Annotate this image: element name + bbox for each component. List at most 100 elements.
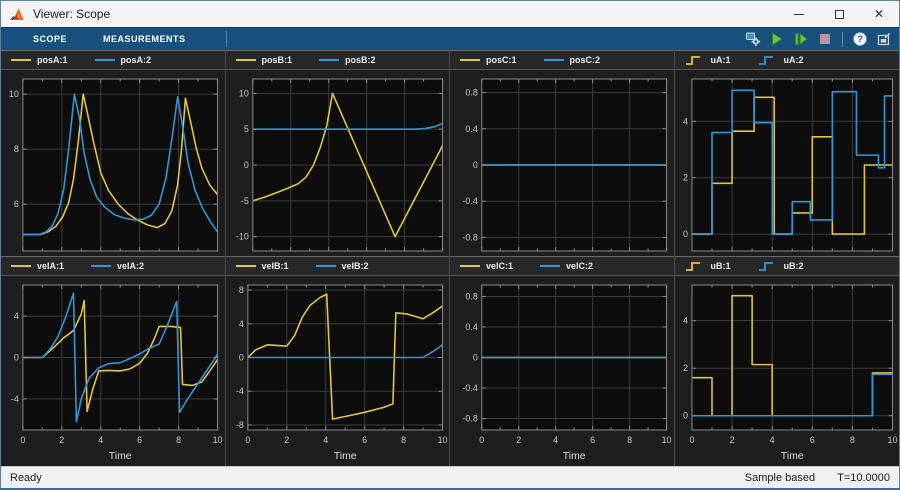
toolbar-separator <box>842 32 843 47</box>
line-swatch-icon <box>10 261 32 271</box>
question-icon: ? <box>852 31 868 47</box>
svg-text:0: 0 <box>689 435 694 445</box>
svg-text:-10: -10 <box>235 232 248 242</box>
plot-uA[interactable]: 024 <box>675 70 900 256</box>
svg-text:0.8: 0.8 <box>465 88 477 98</box>
legend-item-velA:1[interactable]: velA:1 <box>10 261 64 271</box>
legend-label: velC:2 <box>566 261 593 271</box>
svg-text:8: 8 <box>849 435 854 445</box>
plot-canvas-posA: 6810 <box>1 70 225 256</box>
line-swatch-icon <box>315 261 337 271</box>
maximize-button[interactable] <box>819 1 859 27</box>
svg-text:0.4: 0.4 <box>465 124 477 134</box>
legend-label: velA:1 <box>37 261 64 271</box>
legend-label: posC:1 <box>486 55 517 65</box>
legend-label: posA:1 <box>37 55 68 65</box>
legend-item-uA:1[interactable]: uA:1 <box>684 55 731 65</box>
svg-text:10: 10 <box>238 88 248 98</box>
scope-panel-velC: velC:1velC:2-0.8-0.400.40.80246810Time <box>450 256 675 466</box>
line-swatch-icon <box>235 55 257 65</box>
svg-text:0.8: 0.8 <box>465 291 477 301</box>
svg-text:2: 2 <box>682 363 687 373</box>
tab-scope[interactable]: SCOPE <box>33 28 67 50</box>
plot-posA[interactable]: 6810 <box>1 70 225 256</box>
legend-item-posB:2[interactable]: posB:2 <box>318 55 376 65</box>
legend-item-uB:2[interactable]: uB:2 <box>757 261 804 271</box>
tab-measurements[interactable]: MEASUREMENTS <box>103 28 186 50</box>
legend-item-posA:2[interactable]: posA:2 <box>94 55 152 65</box>
line-swatch-icon <box>318 55 340 65</box>
line-swatch-icon <box>94 55 116 65</box>
svg-text:8: 8 <box>14 144 19 154</box>
status-sample-mode: Sample based <box>745 472 815 484</box>
legend-label: uB:2 <box>784 261 804 271</box>
minimize-button[interactable] <box>779 1 819 27</box>
legend-label: posA:2 <box>121 55 152 65</box>
legend-velB: velB:1 velB:2 <box>226 256 450 276</box>
svg-text:-5: -5 <box>240 196 248 206</box>
svg-text:0: 0 <box>682 229 687 239</box>
close-icon: ✕ <box>874 8 884 20</box>
plot-canvas-uA: 024 <box>675 70 900 256</box>
scope-panel-posC: posC:1posC:2-0.8-0.400.40.8 <box>450 50 675 256</box>
step-forward-button[interactable] <box>791 30 811 49</box>
svg-text:6: 6 <box>14 199 19 209</box>
stop-icon <box>817 31 833 47</box>
x-axis-label: Time <box>563 451 586 462</box>
line-swatch-icon <box>459 261 481 271</box>
legend-uB: uB:1 uB:2 <box>675 256 900 276</box>
legend-label: posB:1 <box>262 55 293 65</box>
toolbar-separator <box>226 31 227 47</box>
svg-text:5: 5 <box>243 124 248 134</box>
legend-item-uB:1[interactable]: uB:1 <box>684 261 731 271</box>
plot-posB[interactable]: -10-50510 <box>226 70 450 256</box>
svg-text:6: 6 <box>362 435 367 445</box>
legend-item-velC:1[interactable]: velC:1 <box>459 261 513 271</box>
svg-text:0: 0 <box>473 352 478 362</box>
legend-item-uA:2[interactable]: uA:2 <box>757 55 804 65</box>
scope-panel-uB: uB:1uB:20240246810Time <box>675 256 900 466</box>
highlight-simulink-block-button[interactable] <box>874 30 894 49</box>
scope-panel-posB: posB:1posB:2-10-50510 <box>226 50 451 256</box>
scope-display-grid: posA:1 posA:2 6 8 10 posB:1 posB:2 -10 -5 0 5 10 p… <box>1 50 899 466</box>
legend-item-velC:2[interactable]: velC:2 <box>539 261 593 271</box>
svg-text:10: 10 <box>213 435 223 445</box>
close-button[interactable]: ✕ <box>859 1 899 27</box>
line-swatch-icon <box>235 261 257 271</box>
svg-text:0: 0 <box>20 435 25 445</box>
svg-text:4: 4 <box>553 435 558 445</box>
legend-item-posC:1[interactable]: posC:1 <box>459 55 517 65</box>
svg-text:2: 2 <box>284 435 289 445</box>
legend-item-velB:2[interactable]: velB:2 <box>315 261 369 271</box>
plot-canvas-posC: -0.8-0.400.40.8 <box>450 70 674 256</box>
plot-uB[interactable]: 0240246810Time <box>675 276 900 466</box>
run-button[interactable] <box>767 30 787 49</box>
plot-velB[interactable]: -8-40480246810Time <box>226 276 450 466</box>
configuration-properties-button[interactable] <box>743 30 763 49</box>
svg-text:4: 4 <box>238 319 243 329</box>
help-button[interactable]: ? <box>850 30 870 49</box>
plot-canvas-velC: -0.8-0.400.40.80246810Time <box>450 276 674 466</box>
svg-text:-0.8: -0.8 <box>462 232 477 242</box>
legend-label: posC:2 <box>570 55 601 65</box>
line-swatch-icon <box>459 55 481 65</box>
plot-velA[interactable]: -4040246810Time <box>1 276 225 466</box>
toolstrip-tabs: SCOPE MEASUREMENTS <box>1 28 186 50</box>
stair-swatch-icon <box>684 261 706 271</box>
x-axis-label: Time <box>780 451 803 462</box>
plot-posC[interactable]: -0.8-0.400.40.8 <box>450 70 674 256</box>
plot-velC[interactable]: -0.8-0.400.40.80246810Time <box>450 276 674 466</box>
legend-item-posB:1[interactable]: posB:1 <box>235 55 293 65</box>
minimize-icon <box>794 14 804 15</box>
legend-item-posC:2[interactable]: posC:2 <box>543 55 601 65</box>
legend-item-posA:1[interactable]: posA:1 <box>10 55 68 65</box>
svg-text:0: 0 <box>245 435 250 445</box>
legend-item-velB:1[interactable]: velB:1 <box>235 261 289 271</box>
status-right: Sample based T=10.0000 <box>745 472 890 484</box>
stop-button[interactable] <box>815 30 835 49</box>
svg-text:4: 4 <box>98 435 103 445</box>
window-arrow-icon <box>876 31 892 47</box>
plot-canvas-velA: -4040246810Time <box>1 276 225 466</box>
legend-label: uA:1 <box>711 55 731 65</box>
legend-item-velA:2[interactable]: velA:2 <box>90 261 144 271</box>
